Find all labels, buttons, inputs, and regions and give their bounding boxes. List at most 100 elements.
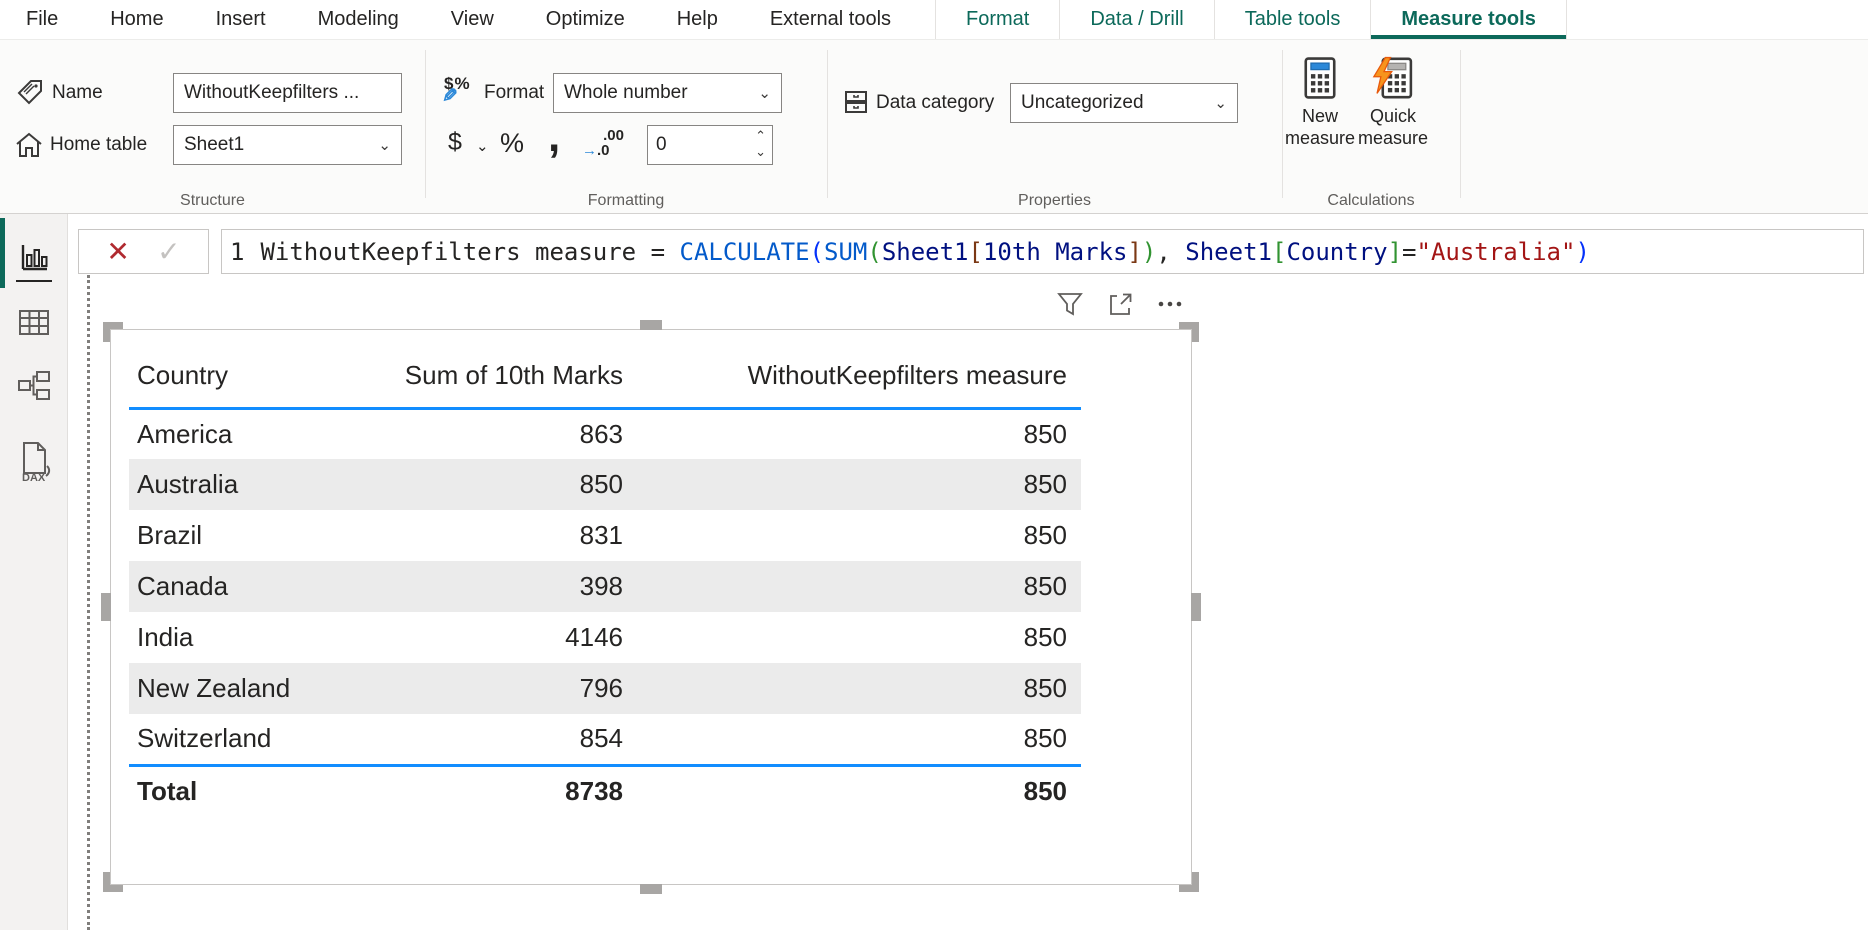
group-separator (827, 50, 828, 198)
more-options-icon[interactable] (1156, 290, 1184, 318)
decimal-places-icon[interactable]: .00 →.0 (582, 128, 628, 158)
menu-tab-modeling[interactable]: Modeling (292, 0, 425, 39)
page-boundary-line (87, 275, 90, 930)
table-row[interactable]: New Zealand796850 (129, 663, 1081, 714)
table-visual[interactable]: CountrySum of 10th MarksWithoutKeepfilte… (110, 329, 1192, 885)
thousands-separator-button[interactable]: , (548, 112, 560, 162)
table-cell[interactable]: Brazil (129, 510, 347, 561)
data-table: CountrySum of 10th MarksWithoutKeepfilte… (129, 344, 1081, 817)
resize-handle-bottom-center[interactable] (640, 884, 662, 894)
table-cell[interactable]: 850 (637, 714, 1081, 765)
decimal-places-stepper[interactable]: 0 ⌃ ⌄ (647, 125, 773, 165)
table-row[interactable]: Brazil831850 (129, 510, 1081, 561)
table-cell[interactable]: 796 (347, 663, 637, 714)
filter-icon[interactable] (1056, 290, 1084, 318)
table-cell[interactable]: 863 (347, 408, 637, 459)
quick-measure-button[interactable]: Quick measure (1354, 56, 1432, 149)
table-row[interactable]: Australia850850 (129, 459, 1081, 510)
menu-tab-optimize[interactable]: Optimize (520, 0, 651, 39)
percent-format-button[interactable]: % (500, 128, 524, 159)
table-cell[interactable]: 850 (637, 408, 1081, 459)
table-cell[interactable]: 398 (347, 561, 637, 612)
menu-tab-help[interactable]: Help (651, 0, 744, 39)
menu-tab-insert[interactable]: Insert (190, 0, 292, 39)
table-cell[interactable]: 831 (347, 510, 637, 561)
table-cell[interactable]: 850 (637, 459, 1081, 510)
table-cell[interactable]: India (129, 612, 347, 663)
resize-handle-middle-right[interactable] (1191, 593, 1201, 621)
dax-query-view-icon: DAX (16, 440, 52, 484)
view-sidebar: DAX (0, 214, 68, 930)
dax-formula-input[interactable]: 1WithoutKeepfilters measure = CALCULATE(… (221, 229, 1864, 274)
table-row[interactable]: India4146850 (129, 612, 1081, 663)
table-cell[interactable]: Canada (129, 561, 347, 612)
report-view-icon (16, 240, 52, 276)
formula-expression: WithoutKeepfilters measure = CALCULATE(S… (260, 238, 1589, 266)
table-cell[interactable]: New Zealand (129, 663, 347, 714)
menu-tab-home[interactable]: Home (84, 0, 189, 39)
table-cell[interactable]: 850 (637, 663, 1081, 714)
menu-tab-measure-tools[interactable]: Measure tools (1370, 0, 1566, 39)
measure-name-input[interactable]: WithoutKeepfilters ... (173, 73, 402, 113)
column-header[interactable]: WithoutKeepfilters measure (637, 344, 1081, 408)
focus-mode-icon[interactable] (1106, 290, 1134, 318)
table-row[interactable]: America863850 (129, 408, 1081, 459)
sidebar-item-model-view[interactable] (16, 368, 52, 404)
sidebar-item-report-view[interactable] (16, 240, 52, 276)
home-table-label: Home table (50, 125, 147, 165)
group-separator (1282, 50, 1283, 198)
table-cell[interactable]: Switzerland (129, 714, 347, 765)
table-cell[interactable]: 850 (637, 612, 1081, 663)
commit-formula-icon[interactable]: ✓ (157, 238, 180, 266)
table-total-row[interactable]: Total8738850 (129, 765, 1081, 817)
table-row[interactable]: Switzerland854850 (129, 714, 1081, 765)
table-cell[interactable]: America (129, 408, 347, 459)
table-row[interactable]: Canada398850 (129, 561, 1081, 612)
sidebar-item-data-view[interactable] (16, 304, 52, 340)
decimal-places-value: 0 (656, 134, 667, 156)
currency-chevron-icon[interactable]: ⌄ (476, 139, 489, 154)
sidebar-item-dax-query-view[interactable]: DAX (16, 440, 52, 484)
data-view-icon (16, 304, 52, 340)
menu-tab-file[interactable]: File (0, 0, 84, 39)
column-header[interactable]: Sum of 10th Marks (347, 344, 637, 408)
menu-tab-data-drill[interactable]: Data / Drill (1059, 0, 1213, 39)
resize-handle-top-center[interactable] (640, 320, 662, 330)
tag-icon (16, 78, 44, 106)
format-select[interactable]: Whole number ⌄ (553, 73, 782, 113)
data-category-select[interactable]: Uncategorized ⌄ (1010, 83, 1238, 123)
home-table-select[interactable]: Sheet1 ⌄ (173, 125, 402, 165)
group-label-calculations: Calculations (1282, 192, 1460, 210)
table-cell[interactable]: 4146 (347, 612, 637, 663)
active-view-indicator (0, 218, 5, 288)
group-label-formatting: Formatting (425, 192, 827, 210)
dax-icon-label: DAX (22, 472, 46, 484)
resize-handle-top-right[interactable] (1179, 322, 1199, 342)
chevron-down-icon: ⌄ (758, 86, 771, 101)
stepper-up-icon[interactable]: ⌃ (755, 129, 766, 145)
new-measure-button[interactable]: New measure (1288, 56, 1352, 149)
table-total-cell: 850 (637, 765, 1081, 817)
menu-tab-view[interactable]: View (425, 0, 520, 39)
table-cell[interactable]: 850 (637, 510, 1081, 561)
table-cell[interactable]: 850 (637, 561, 1081, 612)
new-measure-calculator-icon (1299, 56, 1341, 100)
data-category-label: Data category (876, 83, 994, 123)
cancel-formula-icon[interactable]: ✕ (106, 238, 129, 266)
menu-tab-format[interactable]: Format (935, 0, 1059, 39)
currency-format-button[interactable]: $ (448, 128, 462, 157)
resize-handle-top-left[interactable] (103, 322, 123, 342)
resize-handle-bottom-right[interactable] (1179, 872, 1199, 892)
ribbon: Name WithoutKeepfilters ... Home table S… (0, 40, 1868, 214)
menu-tab-table-tools[interactable]: Table tools (1214, 0, 1371, 39)
menu-tab-external-tools[interactable]: External tools (744, 0, 917, 39)
resize-handle-middle-left[interactable] (101, 593, 111, 621)
pencil-icon: ✎ (442, 85, 458, 108)
table-cell[interactable]: Australia (129, 459, 347, 510)
table-cell[interactable]: 850 (347, 459, 637, 510)
column-header[interactable]: Country (129, 344, 347, 408)
resize-handle-bottom-left[interactable] (103, 872, 123, 892)
stepper-down-icon[interactable]: ⌄ (755, 145, 766, 161)
table-cell[interactable]: 854 (347, 714, 637, 765)
table-header-row: CountrySum of 10th MarksWithoutKeepfilte… (129, 344, 1081, 408)
